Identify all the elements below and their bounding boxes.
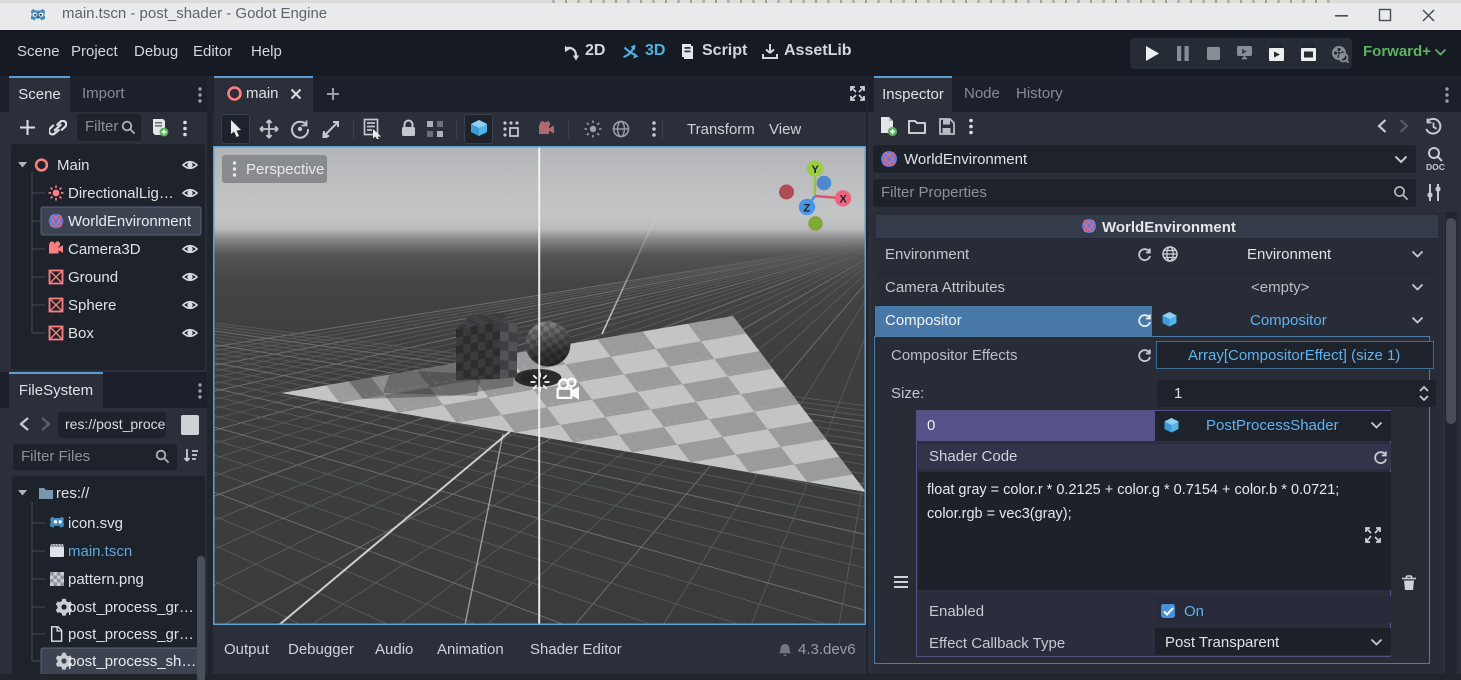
svg-text:post_process_gr…: post_process_gr…: [68, 626, 194, 643]
svg-text:Camera3D: Camera3D: [68, 241, 141, 258]
svg-text:post_process_sh…: post_process_sh…: [68, 653, 196, 670]
svg-text:main.tscn: main.tscn: [68, 543, 132, 560]
svg-text:WorldEnvironment: WorldEnvironment: [68, 213, 192, 230]
svg-text:X: X: [840, 194, 848, 206]
svg-text:DOC: DOC: [1426, 162, 1445, 172]
svg-text:post_process_gr…: post_process_gr…: [68, 599, 194, 616]
svg-text:res://: res://: [56, 485, 90, 502]
svg-text:Box: Box: [68, 325, 94, 342]
svg-text:Ground: Ground: [68, 269, 118, 286]
svg-text:Sphere: Sphere: [68, 297, 116, 314]
svg-text:DirectionalLig…: DirectionalLig…: [68, 185, 174, 202]
svg-text:Main: Main: [57, 157, 90, 174]
svg-text:Perspective: Perspective: [246, 161, 324, 178]
svg-text:Y: Y: [812, 164, 820, 176]
svg-text:Z: Z: [804, 203, 811, 215]
svg-text:icon.svg: icon.svg: [68, 515, 123, 532]
svg-text:pattern.png: pattern.png: [68, 571, 144, 588]
